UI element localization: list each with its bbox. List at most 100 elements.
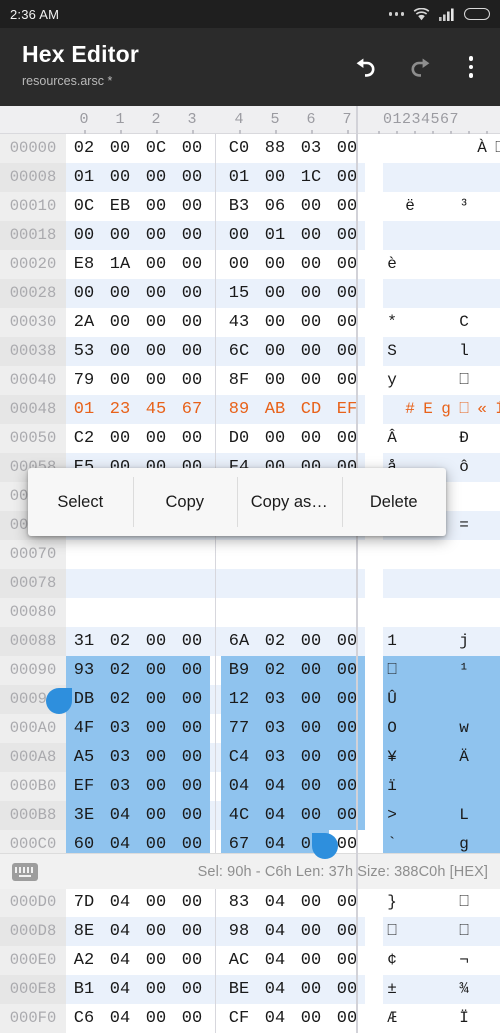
hex-bytes[interactable]: 02000C00C0880300 bbox=[66, 134, 365, 163]
hex-byte[interactable]: 6A bbox=[221, 627, 257, 656]
hex-byte[interactable]: AB bbox=[257, 395, 293, 424]
hex-byte[interactable]: 00 bbox=[221, 221, 257, 250]
hex-row[interactable]: 00070 bbox=[0, 540, 500, 569]
hex-byte[interactable]: 02 bbox=[102, 685, 138, 714]
ascii-char[interactable] bbox=[383, 569, 401, 598]
hex-byte[interactable]: 00 bbox=[138, 1004, 174, 1033]
hex-byte[interactable] bbox=[102, 598, 138, 627]
hex-byte[interactable]: EF bbox=[329, 395, 365, 424]
ascii-char[interactable] bbox=[473, 685, 491, 714]
ascii-char[interactable] bbox=[491, 917, 500, 946]
hex-byte[interactable] bbox=[66, 540, 102, 569]
hex-byte[interactable]: 00 bbox=[174, 772, 210, 801]
ascii-char[interactable] bbox=[455, 134, 473, 163]
hex-byte[interactable]: 01 bbox=[66, 395, 102, 424]
ascii-char[interactable] bbox=[473, 221, 491, 250]
hex-byte[interactable]: 00 bbox=[329, 424, 365, 453]
ascii-char[interactable]: ¬ bbox=[455, 946, 473, 975]
ascii-bytes[interactable] bbox=[383, 221, 500, 250]
ascii-char[interactable] bbox=[401, 1004, 419, 1033]
ascii-char[interactable] bbox=[419, 221, 437, 250]
hex-byte[interactable]: 00 bbox=[257, 366, 293, 395]
hex-byte[interactable]: 00 bbox=[329, 221, 365, 250]
ascii-char[interactable] bbox=[401, 917, 419, 946]
keyboard-icon[interactable] bbox=[12, 863, 38, 881]
ascii-char[interactable] bbox=[491, 163, 500, 192]
ascii-char[interactable] bbox=[437, 975, 455, 1004]
hex-bytes[interactable]: C2000000D0000000 bbox=[66, 424, 365, 453]
hex-byte[interactable]: 00 bbox=[329, 714, 365, 743]
ascii-char[interactable] bbox=[401, 685, 419, 714]
ascii-char[interactable]: ô bbox=[455, 453, 473, 482]
hex-byte[interactable]: 53 bbox=[66, 337, 102, 366]
ascii-char[interactable] bbox=[455, 221, 473, 250]
hex-byte[interactable]: 43 bbox=[221, 308, 257, 337]
hex-byte[interactable]: 00 bbox=[329, 1004, 365, 1033]
ascii-char[interactable]: ⎕ bbox=[455, 395, 473, 424]
hex-byte[interactable]: 04 bbox=[102, 975, 138, 1004]
hex-byte[interactable]: 00 bbox=[174, 917, 210, 946]
hex-row[interactable]: 000280000000015000000 bbox=[0, 279, 500, 308]
hex-byte[interactable]: 00 bbox=[293, 221, 329, 250]
ascii-char[interactable] bbox=[437, 250, 455, 279]
hex-byte[interactable]: 00 bbox=[329, 801, 365, 830]
ascii-char[interactable] bbox=[437, 366, 455, 395]
hex-byte[interactable]: 79 bbox=[66, 366, 102, 395]
hex-byte[interactable]: C0 bbox=[221, 134, 257, 163]
hex-byte[interactable] bbox=[66, 598, 102, 627]
ascii-char[interactable] bbox=[473, 598, 491, 627]
ascii-char[interactable] bbox=[437, 598, 455, 627]
hex-byte[interactable]: A5 bbox=[66, 743, 102, 772]
hex-byte[interactable] bbox=[221, 598, 257, 627]
hex-row[interactable]: 000E8B1040000BE040000±¾ bbox=[0, 975, 500, 1004]
hex-byte[interactable]: 1A bbox=[102, 250, 138, 279]
ascii-char[interactable] bbox=[455, 685, 473, 714]
ascii-char[interactable] bbox=[455, 250, 473, 279]
hex-byte[interactable]: 00 bbox=[174, 714, 210, 743]
hex-view[interactable]: 01234567 01234567 0000002000C00C0880300À… bbox=[0, 106, 500, 1033]
undo-button[interactable] bbox=[352, 53, 380, 81]
hex-byte[interactable]: 00 bbox=[138, 946, 174, 975]
hex-byte[interactable]: 00 bbox=[329, 946, 365, 975]
ascii-char[interactable] bbox=[491, 366, 500, 395]
hex-byte[interactable]: 00 bbox=[138, 685, 174, 714]
ascii-char[interactable] bbox=[437, 163, 455, 192]
hex-byte[interactable]: 02 bbox=[257, 656, 293, 685]
hex-byte[interactable]: 03 bbox=[257, 685, 293, 714]
ascii-char[interactable] bbox=[473, 250, 491, 279]
hex-byte[interactable] bbox=[221, 569, 257, 598]
hex-byte[interactable]: 04 bbox=[257, 975, 293, 1004]
ascii-bytes[interactable]: >L bbox=[383, 801, 500, 830]
ascii-char[interactable] bbox=[491, 714, 500, 743]
hex-row[interactable]: 000B0EF03000004040000ï bbox=[0, 772, 500, 801]
hex-row[interactable]: 000480123456789ABCDEF#Eg⎕«Íï bbox=[0, 395, 500, 424]
hex-byte[interactable]: 2A bbox=[66, 308, 102, 337]
ascii-char[interactable]: j bbox=[455, 627, 473, 656]
ascii-bytes[interactable]: ÆÏ bbox=[383, 1004, 500, 1033]
hex-byte[interactable]: 02 bbox=[102, 656, 138, 685]
ascii-bytes[interactable]: ±¾ bbox=[383, 975, 500, 1004]
hex-byte[interactable]: 00 bbox=[102, 308, 138, 337]
hex-byte[interactable]: CF bbox=[221, 1004, 257, 1033]
ascii-char[interactable] bbox=[473, 888, 491, 917]
ascii-char[interactable] bbox=[473, 192, 491, 221]
hex-byte[interactable]: BE bbox=[221, 975, 257, 1004]
hex-byte[interactable]: 00 bbox=[329, 975, 365, 1004]
ascii-char[interactable] bbox=[401, 337, 419, 366]
hex-byte[interactable]: 31 bbox=[66, 627, 102, 656]
hex-byte[interactable]: 00 bbox=[174, 250, 210, 279]
hex-byte[interactable]: 00 bbox=[102, 337, 138, 366]
hex-byte[interactable]: 00 bbox=[257, 424, 293, 453]
hex-row[interactable]: 0009093020000B9020000⎕¹ bbox=[0, 656, 500, 685]
hex-byte[interactable] bbox=[329, 569, 365, 598]
ascii-char[interactable] bbox=[491, 975, 500, 1004]
ascii-char[interactable] bbox=[437, 134, 455, 163]
hex-byte[interactable]: 00 bbox=[138, 250, 174, 279]
hex-row[interactable]: 000080100000001001C00 bbox=[0, 163, 500, 192]
ascii-char[interactable] bbox=[401, 424, 419, 453]
hex-byte[interactable]: 00 bbox=[174, 656, 210, 685]
hex-byte[interactable]: 00 bbox=[102, 221, 138, 250]
ascii-char[interactable] bbox=[473, 424, 491, 453]
ascii-char[interactable]: ¢ bbox=[383, 946, 401, 975]
hex-byte[interactable]: 02 bbox=[102, 627, 138, 656]
